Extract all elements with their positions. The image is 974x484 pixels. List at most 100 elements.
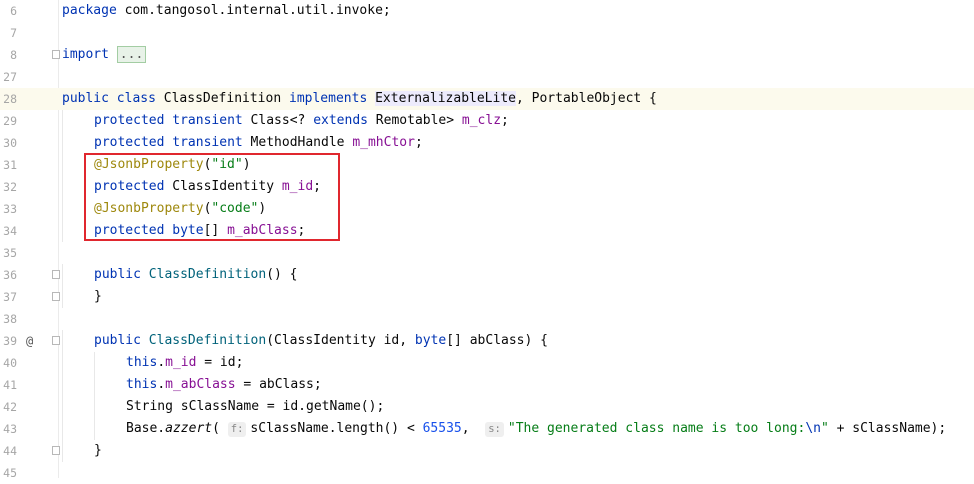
code-token: import (62, 47, 109, 62)
line-number[interactable]: 35 (0, 242, 17, 264)
line-number[interactable]: 8 (0, 44, 17, 66)
line-number[interactable]: 45 (0, 462, 17, 484)
line-number[interactable]: 36 (0, 264, 17, 286)
code-text[interactable]: Base.azzert( f: sClassName.length() < 655… (126, 418, 946, 440)
line-number[interactable]: 6 (0, 0, 17, 22)
code-text[interactable]: public ClassDefinition() { (94, 264, 298, 286)
code-token: MethodHandle (242, 135, 353, 150)
code-text[interactable]: } (94, 286, 102, 308)
code-line[interactable]: 7 (0, 22, 974, 44)
code-text[interactable]: public ClassDefinition(ClassIdentity id,… (94, 330, 548, 352)
code-token: } (94, 443, 102, 458)
code-line[interactable]: 30 protected transient MethodHandle m_mhC… (0, 132, 974, 154)
code-token: transient (172, 113, 243, 128)
indent-guide (62, 264, 63, 286)
code-token: protected (94, 135, 165, 150)
code-line[interactable]: 40 this.m_id = id; (0, 352, 974, 374)
fold-marker-icon[interactable] (52, 446, 60, 455)
fold-marker-icon[interactable] (52, 270, 60, 279)
code-token: public (62, 91, 109, 106)
line-number[interactable]: 40 (0, 352, 17, 374)
parameter-hint: f: (227, 422, 247, 437)
code-token: package (62, 3, 117, 18)
indent-guide (62, 220, 63, 242)
code-token: " (820, 421, 829, 436)
code-token: implements (289, 91, 368, 106)
line-number[interactable]: 37 (0, 286, 17, 308)
line-number[interactable]: 32 (0, 176, 17, 198)
line-number[interactable]: 33 (0, 198, 17, 220)
indent-guide (62, 330, 63, 352)
code-text[interactable]: import ... (62, 44, 147, 66)
code-token: this (126, 355, 158, 370)
line-number[interactable]: 28 (0, 88, 17, 110)
code-token: class (116, 91, 156, 106)
code-line[interactable]: 41 this.m_abClass = abClass; (0, 374, 974, 396)
line-number[interactable]: 38 (0, 308, 17, 330)
line-number[interactable]: 41 (0, 374, 17, 396)
folded-imports-button[interactable]: ... (116, 46, 147, 63)
indent-guide (62, 176, 63, 198)
code-line[interactable]: 8 import ... (0, 44, 974, 66)
code-line[interactable]: 6 package com.tangosol.internal.util.invo… (0, 0, 974, 22)
line-number[interactable]: 31 (0, 154, 17, 176)
code-line[interactable]: 37} (0, 286, 974, 308)
code-text[interactable]: this.m_id = id; (126, 352, 243, 374)
code-line[interactable]: 38 (0, 308, 974, 330)
code-text[interactable]: package com.tangosol.internal.util.invok… (62, 0, 391, 22)
code-token: protected (94, 113, 165, 128)
code-line[interactable]: 42 String sClassName = id.getName(); (0, 396, 974, 418)
code-token: azzert (165, 421, 213, 436)
code-token: = id; (196, 355, 244, 370)
fold-marker-icon[interactable] (52, 50, 60, 59)
code-token: extends (313, 113, 368, 128)
code-token: transient (172, 135, 243, 150)
code-token: this (126, 377, 158, 392)
code-token: ClassDefinition (148, 267, 267, 282)
code-text[interactable]: public class ClassDefinition implements … (62, 88, 657, 110)
indent-guide (62, 418, 63, 440)
code-line[interactable]: 36 public ClassDefinition() { (0, 264, 974, 286)
line-number[interactable]: 42 (0, 396, 17, 418)
code-line[interactable]: 39 @ public ClassDefinition(ClassIdentity … (0, 330, 974, 352)
indent-guide (62, 132, 63, 154)
code-line[interactable]: 43 Base.azzert( f: sClassName.length() < 6… (0, 418, 974, 440)
code-token: Remotable> (367, 113, 462, 128)
code-line[interactable]: 27 (0, 66, 974, 88)
code-token: , (461, 421, 486, 436)
line-number[interactable]: 43 (0, 418, 17, 440)
line-number[interactable]: 39 (0, 330, 17, 352)
line-number[interactable]: 29 (0, 110, 17, 132)
code-token: String sClassName = id.getName(); (126, 399, 385, 414)
code-line[interactable]: 44} (0, 440, 974, 462)
code-token: m_id (165, 355, 197, 370)
code-token: [] abClass) { (446, 333, 548, 348)
code-token: m_mhCtor (352, 135, 415, 150)
code-line[interactable]: 45 (0, 462, 974, 484)
code-token: ClassDefinition (148, 333, 267, 348)
overrides-gutter-icon[interactable]: @ (26, 330, 33, 352)
code-line[interactable]: 28 public class ClassDefinition implement… (0, 88, 974, 110)
code-text[interactable]: protected transient Class<? extends Remo… (94, 110, 509, 132)
line-number[interactable]: 44 (0, 440, 17, 462)
code-text[interactable]: protected transient MethodHandle m_mhCto… (94, 132, 423, 154)
indent-guide (62, 110, 63, 132)
line-number[interactable]: 27 (0, 66, 17, 88)
line-number[interactable]: 7 (0, 22, 17, 44)
fold-marker-icon[interactable] (52, 292, 60, 301)
code-line[interactable]: 29 protected transient Class<? extends Re… (0, 110, 974, 132)
code-text[interactable]: String sClassName = id.getName(); (126, 396, 384, 418)
code-line[interactable]: 35 (0, 242, 974, 264)
code-text[interactable]: } (94, 440, 102, 462)
code-text[interactable]: this.m_abClass = abClass; (126, 374, 322, 396)
code-editor[interactable]: 6 package com.tangosol.internal.util.invo… (0, 0, 974, 480)
line-number[interactable]: 34 (0, 220, 17, 242)
code-token: Class<? (242, 113, 314, 128)
line-number[interactable]: 30 (0, 132, 17, 154)
indent-guide (62, 352, 63, 374)
code-token: "The generated class name is too long: (507, 421, 806, 436)
fold-marker-icon[interactable] (52, 336, 60, 345)
